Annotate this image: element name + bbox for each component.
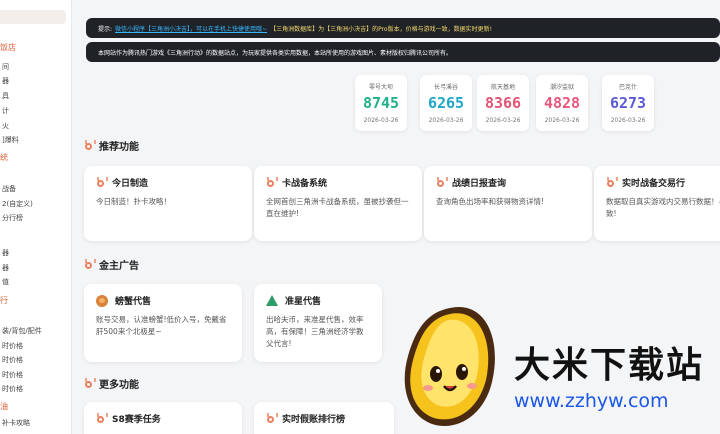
map-stat-card[interactable]: 潮汐监狱 4828 2026-03-26 [536,75,588,131]
feature-card[interactable]: 卡战备系统全网首创三角洲卡战备系统，虽被抄袭但一直在维护! [254,166,422,241]
sidebar-item[interactable]: 计 [2,106,9,116]
map-date: 2026-03-26 [428,117,464,124]
watermark-overlay: 大米下载站 www.zzhyw.com [398,300,720,434]
medal-icon [266,413,278,424]
more-feature-card[interactable]: S8赛季任务 [84,402,242,434]
medal-icon [606,177,618,188]
crab-icon [96,294,108,307]
map-stat-card[interactable]: 长弓溪谷 6265 2026-03-26 [420,75,472,131]
notice-prefix: 提示: [98,25,113,33]
sponsor-card[interactable]: 准星代售出哈夫币，来准星代售，效率高，有保障！三角洲经济学教父代言! [254,284,382,362]
notice-pro-text: 【三角洲数据库】为【三角洲小决吉】的Pro版本，价格与游戏一致，数据实时更新! [270,25,492,33]
feature-card-desc: 查询角色出场率和获得物资详情! [436,197,545,206]
medal-icon [436,177,448,188]
map-date: 2026-03-26 [485,117,521,124]
feature-card-desc: 全网首创三角洲卡战备系统，虽被抄袭但一直在维护! [266,197,409,218]
map-date: 2026-03-26 [363,117,399,124]
map-password: 4828 [543,94,581,112]
notice-banner-copyright: 本网站作为腾讯热门游戏《三角洲行动》的数据站点，为玩家提供各类实用数据，本站所使… [86,42,720,62]
sponsor-card-desc: 账号交易，认准螃蟹!低价入号，免戴省肝500来个北极星~ [96,315,227,336]
sidebar-item[interactable]: 器 [2,76,9,86]
feature-card[interactable]: 战绩日报查询查询角色出场率和获得物资详情! [424,166,592,241]
sidebar: 饭店间器具计火]爆料统战备 2(自定义) 分行榜器器值行装/背包/配件 时价格 时价格时… [0,0,72,434]
feature-card-desc: 数据取自真实游戏内交易行数据！与游戏一致! [606,197,720,218]
sidebar-group-heading: 饭店 [0,43,16,52]
sidebar-item[interactable]: 战备 [2,184,16,194]
map-name: 长弓溪谷 [433,84,458,91]
map-stat-card[interactable]: 航天基地 8366 2026-03-26 [477,75,529,131]
notice-banner-tip: 提示: 微信小程序【三角洲小决吉】，可以在手机上快捷使用哦~ 【三角洲数据库】为… [86,18,720,38]
sidebar-item[interactable]: 器 [2,248,9,258]
sidebar-item[interactable]: 值 [2,277,9,287]
sidebar-item[interactable]: 时价格 [2,384,23,394]
crosshair-icon [266,295,278,306]
medal-icon [266,177,278,188]
more-feature-title: S8赛季任务 [112,415,161,425]
rice-mascot-logo [404,306,495,427]
section-more-title: 更多功能 [99,380,139,391]
section-recommend-title: 推荐功能 [99,142,139,153]
sidebar-item[interactable]: 时价格 [2,355,23,365]
sponsor-card-desc: 出哈夫币，来准星代售，效率高，有保障！三角洲经济学教父代言! [266,315,364,348]
map-name: 巴克什 [618,84,637,91]
feature-card-title: 实时战备交易行 [622,179,686,189]
sponsor-card[interactable]: 螃蟹代售账号交易，认准螃蟹!低价入号，免戴省肝500来个北极星~ [84,284,242,362]
feature-card-title: 今日制造 [112,179,149,189]
map-name: 航天基地 [490,84,515,91]
sidebar-group-heading: 油 [0,402,8,411]
map-name: 潮汐监狱 [549,84,574,91]
map-date: 2026-03-26 [610,117,646,124]
sponsor-card-title: 准星代售 [285,297,322,307]
more-feature-title: 实时假账排行榜 [282,415,346,425]
sidebar-group-heading: 统 [0,153,8,162]
watermark-title: 大米下载站 [514,345,705,386]
map-password: 8745 [362,94,400,112]
map-stat-card[interactable]: 零号大坝 8745 2026-03-26 [355,75,407,131]
medal-icon [84,378,96,389]
map-password: 8366 [484,94,522,112]
section-recommend: 推荐功能 [84,138,139,153]
notice-copyright-text: 本网站作为腾讯热门游戏《三角洲行动》的数据站点，为玩家提供各类实用数据，本站所使… [98,49,453,57]
sponsor-card-title: 螃蟹代售 [115,297,152,307]
medal-icon [84,140,96,151]
sidebar-item[interactable]: ]爆料 [2,135,19,145]
sidebar-item[interactable]: 时价格 [2,341,23,351]
sidebar-item[interactable]: 2(自定义) [2,199,33,209]
map-password: 6273 [609,94,647,112]
feature-card[interactable]: 实时战备交易行数据取自真实游戏内交易行数据！与游戏一致! [594,166,720,241]
map-password: 6265 [427,94,465,112]
feature-card-desc: 今日制造！扑卡攻略！ [96,197,171,206]
sidebar-item[interactable]: 装/背包/配件 [2,326,42,336]
map-stat-card[interactable]: 巴克什 6273 2026-03-26 [602,75,654,131]
medal-icon [96,413,108,424]
watermark-url: www.zzhyw.com [514,390,669,412]
feature-card-title: 卡战备系统 [282,179,328,189]
medal-icon [96,177,108,188]
feature-card-title: 战绩日报查询 [452,179,507,189]
sidebar-item[interactable]: 火 [2,121,9,131]
sidebar-item[interactable]: 具 [2,91,9,101]
section-more: 更多功能 [84,376,139,391]
section-sponsor-title: 金主广告 [99,261,139,272]
sidebar-group-heading: 行 [0,296,8,305]
sidebar-item[interactable]: 分行榜 [2,213,23,223]
section-sponsor: 金主广告 [84,257,139,272]
sidebar-active-pill[interactable] [0,10,66,24]
map-name: 零号大坝 [368,84,393,91]
sidebar-item[interactable]: 器 [2,263,9,273]
sidebar-item[interactable]: 补卡攻略 [2,418,30,428]
sidebar-item[interactable]: 间 [2,62,9,72]
map-date: 2026-03-26 [544,117,580,124]
sidebar-item[interactable]: 时价格 [2,370,23,380]
medal-icon [84,259,96,270]
feature-card[interactable]: 今日制造今日制造！扑卡攻略！ [84,166,252,241]
notice-miniprogram-link[interactable]: 微信小程序【三角洲小决吉】，可以在手机上快捷使用哦~ [115,24,267,33]
more-feature-card[interactable]: 实时假账排行榜 [254,402,394,434]
